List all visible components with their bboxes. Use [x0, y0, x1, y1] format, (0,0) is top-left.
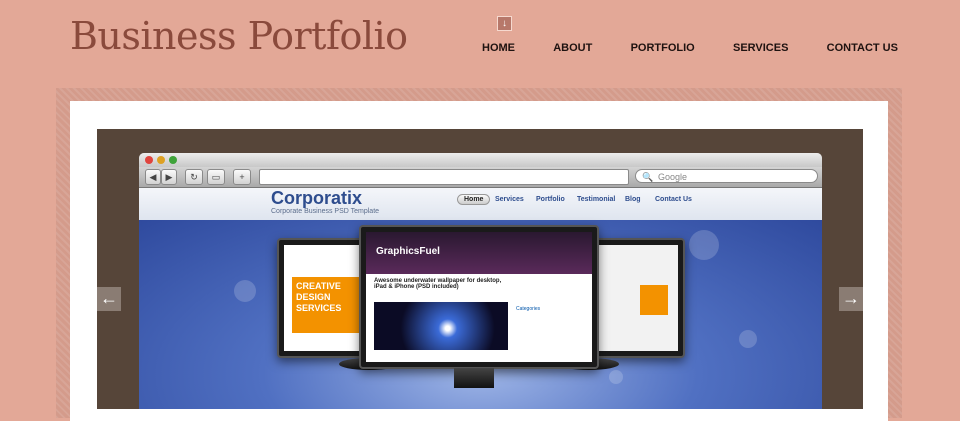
post-headline: Awesome underwater wallpaper for desktop… — [374, 278, 502, 290]
right-monitor-screen — [596, 245, 678, 351]
preview-hero: CREATIVE DESIGN SERVICES GraphicsFuel Aw… — [139, 220, 822, 409]
preview-nav-home: Home — [457, 194, 491, 205]
center-monitor-screen: GraphicsFuel Awesome underwater wallpape… — [366, 232, 592, 362]
arrow-down-icon: ↓ — [497, 16, 512, 31]
prev-slide-button[interactable]: ← — [97, 287, 121, 311]
preview-nav-testimonial: Testimonial — [577, 196, 616, 203]
post-image — [374, 302, 508, 350]
left-monitor-screen: CREATIVE DESIGN SERVICES — [284, 245, 366, 351]
guitar-ad — [640, 285, 668, 315]
search-icon: 🔍 — [642, 172, 654, 182]
arrow-right-icon: → — [842, 288, 860, 308]
add-tab-icon: + — [233, 169, 251, 185]
browser-toolbar: ◀ ▶ ↻ ▭ + 🔍 Google — [139, 167, 822, 188]
bokeh-light — [234, 280, 256, 302]
browser-window: ◀ ▶ ↻ ▭ + 🔍 Google Corporatix Corporate … — [139, 153, 822, 409]
preview-nav-portfolio: Portfolio — [536, 196, 565, 203]
search-placeholder: Google — [658, 172, 688, 182]
arrow-left-icon: ← — [100, 288, 118, 308]
preview-nav-services: Services — [495, 196, 524, 203]
back-icon: ◀ — [145, 169, 161, 185]
forward-icon: ▶ — [161, 169, 177, 185]
creative-banner: CREATIVE DESIGN SERVICES — [292, 277, 362, 333]
browser-titlebar — [139, 153, 822, 167]
sidebar-categories: Categories — [516, 306, 541, 312]
main-nav: HOME ABOUT PORTFOLIO SERVICES CONTACT US — [470, 42, 910, 56]
bokeh-light — [739, 330, 757, 348]
close-light-icon — [145, 156, 153, 164]
preview-site-header: Corporatix Corporate Business PSD Templa… — [139, 188, 822, 220]
slide-image: ◀ ▶ ↻ ▭ + 🔍 Google Corporatix Corporate … — [97, 129, 863, 409]
preview-site: Corporatix Corporate Business PSD Templa… — [139, 188, 822, 409]
url-bar — [259, 169, 629, 185]
right-monitor — [589, 238, 685, 358]
preview-brand: Corporatix — [271, 188, 363, 208]
browser-search-field: 🔍 Google — [635, 169, 818, 183]
zoom-light-icon — [169, 156, 177, 164]
graphicsfuel-header: GraphicsFuel — [366, 232, 592, 274]
reload-icon: ↻ — [185, 169, 203, 185]
next-slide-button[interactable]: → — [839, 287, 863, 311]
site-logo[interactable]: Business Portfolio — [70, 14, 408, 58]
center-monitor: GraphicsFuel Awesome underwater wallpape… — [359, 225, 599, 369]
graphicsfuel-logo: GraphicsFuel — [376, 246, 440, 257]
nav-home[interactable]: HOME — [470, 42, 527, 56]
nav-about[interactable]: ABOUT — [541, 42, 604, 56]
minimize-light-icon — [157, 156, 165, 164]
nav-services[interactable]: SERVICES — [721, 42, 800, 56]
bokeh-light — [689, 230, 719, 260]
preview-nav-blog: Blog — [625, 196, 641, 203]
screenshot-icon: ▭ — [207, 169, 225, 185]
center-monitor-stand — [454, 368, 494, 388]
nav-contact-us[interactable]: CONTACT US — [815, 42, 910, 56]
preview-nav-contact: Contact Us — [655, 196, 692, 203]
bokeh-light — [609, 370, 623, 384]
nav-portfolio[interactable]: PORTFOLIO — [619, 42, 707, 56]
preview-tagline: Corporate Business PSD Template — [271, 208, 380, 215]
